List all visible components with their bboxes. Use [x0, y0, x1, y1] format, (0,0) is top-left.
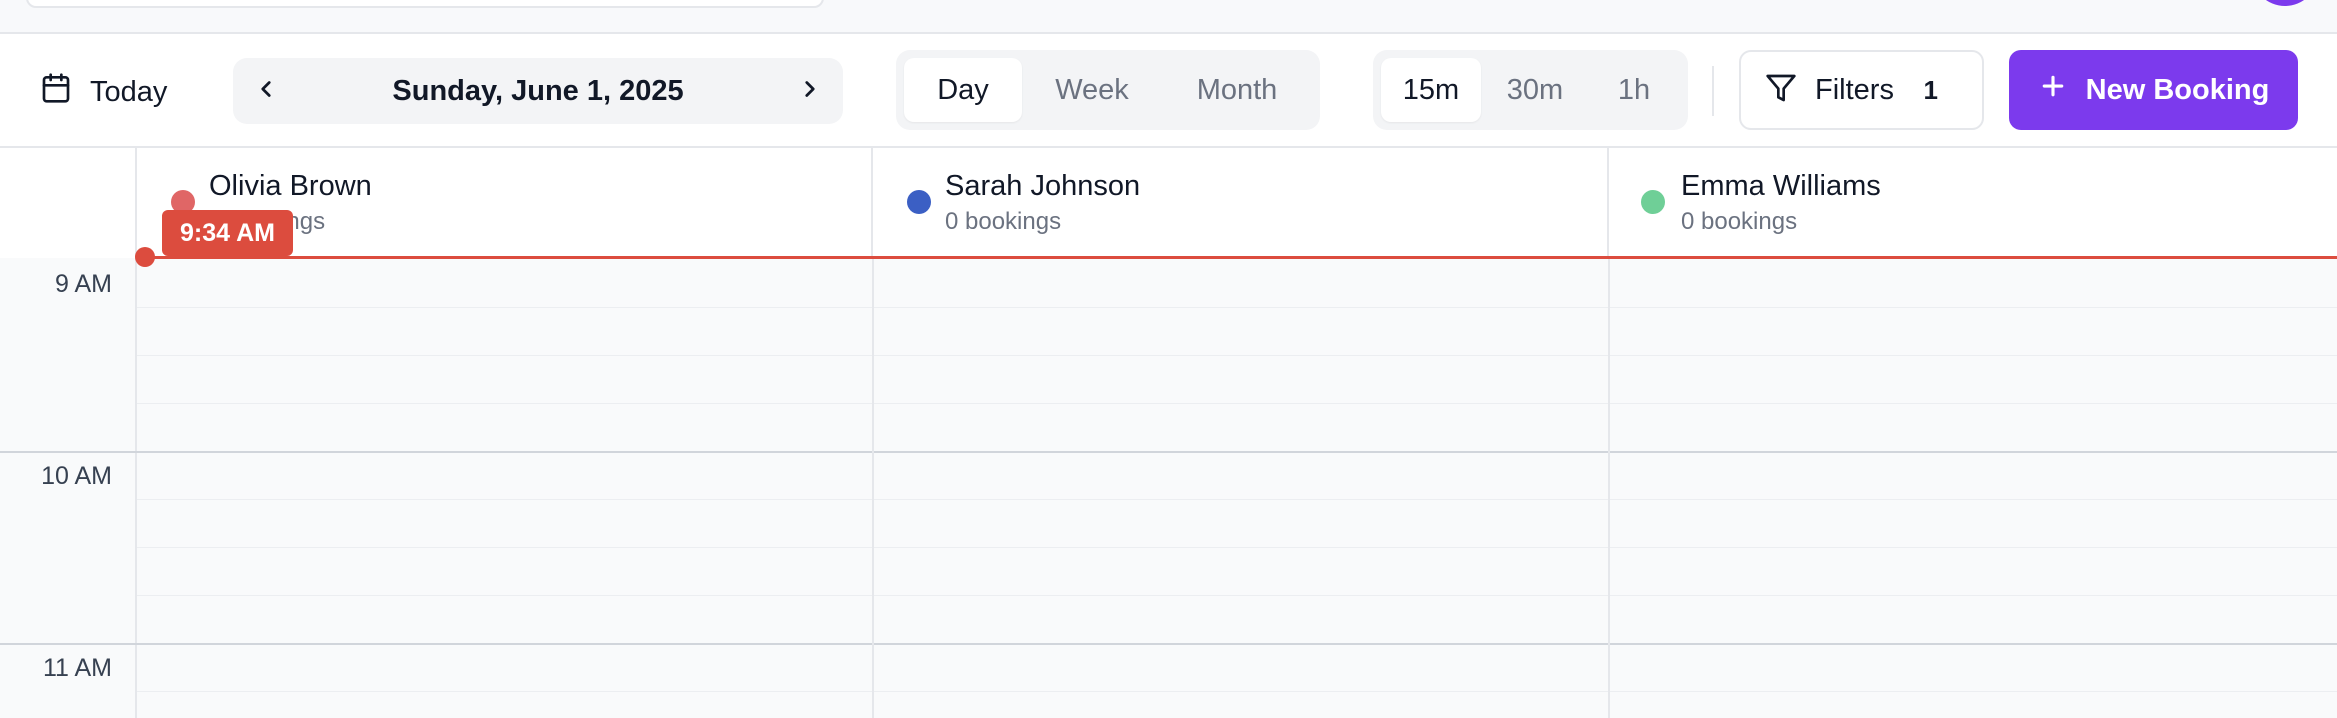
time-label-10am: 10 AM [41, 462, 112, 490]
view-switcher: Day Week Month [896, 50, 1320, 130]
today-label: Today [90, 75, 168, 108]
slot-line [137, 307, 2337, 308]
slot-line [137, 355, 2337, 356]
date-navigator: Sunday, June 1, 2025 [233, 58, 843, 124]
staff-column-sarah-johnson[interactable]: Sarah Johnson 0 bookings [873, 148, 1609, 258]
staff-header-row: Olivia Brown 0 bookings Sarah Johnson 0 … [0, 148, 2337, 258]
new-booking-label: New Booking [2085, 73, 2270, 106]
time-label-9am: 9 AM [55, 270, 112, 298]
view-week-tab[interactable]: Week [1022, 58, 1162, 122]
staff-booking-count: 0 bookings [1681, 208, 1798, 235]
today-button[interactable]: Today [40, 64, 167, 120]
interval-30m-tab[interactable]: 30m [1481, 58, 1589, 122]
plus-icon [2038, 71, 2068, 109]
staff-name: Sarah Johnson [945, 170, 1141, 202]
next-day-button[interactable] [777, 58, 843, 124]
current-time-dot [135, 247, 155, 267]
staff-color-dot [1641, 190, 1665, 214]
slot-line [137, 595, 2337, 596]
time-gutter-header [0, 148, 137, 258]
slot-line [137, 691, 2337, 692]
interval-1h-tab[interactable]: 1h [1589, 58, 1679, 122]
staff-name: Olivia Brown [209, 170, 372, 202]
search-input[interactable] [26, 0, 824, 8]
calendar-icon [40, 72, 72, 112]
interval-switcher: 15m 30m 1h [1373, 50, 1688, 130]
toolbar-divider [1712, 66, 1714, 116]
filters-button[interactable]: Filters 1 [1739, 50, 1984, 130]
slot-line [137, 547, 2337, 548]
app-header [0, 0, 2337, 34]
current-time-badge: 9:34 AM [162, 210, 293, 256]
view-day-tab[interactable]: Day [904, 58, 1022, 122]
view-month-tab[interactable]: Month [1162, 58, 1312, 122]
calendar-toolbar: Today Sunday, June 1, 2025 Day Week Mont… [0, 34, 2337, 148]
slot-line [137, 499, 2337, 500]
chevron-left-icon [253, 76, 279, 107]
staff-column-emma-williams[interactable]: Emma Williams 0 bookings [1609, 148, 2337, 258]
staff-color-dot [907, 190, 931, 214]
staff-name: Emma Williams [1681, 170, 1881, 202]
current-time-line [137, 256, 2337, 259]
interval-15m-tab[interactable]: 15m [1381, 58, 1481, 122]
staff-booking-count: 0 bookings [945, 208, 1062, 235]
time-grid[interactable]: 9 AM 10 AM 11 AM [0, 258, 2337, 718]
time-gutter: 9 AM 10 AM 11 AM [0, 258, 137, 718]
previous-day-button[interactable] [233, 58, 299, 124]
time-label-11am: 11 AM [42, 654, 112, 682]
filters-count-badge: 1 [1923, 75, 1938, 105]
column-divider [1608, 258, 1610, 718]
column-divider [872, 258, 874, 718]
current-date-label: Sunday, June 1, 2025 [392, 75, 684, 107]
filters-label: Filters [1815, 73, 1894, 106]
avatar[interactable] [2252, 0, 2318, 6]
filter-icon [1765, 72, 1797, 109]
hour-line [0, 451, 2337, 453]
slot-line [137, 403, 2337, 404]
hour-line [0, 643, 2337, 645]
new-booking-button[interactable]: New Booking [2009, 50, 2298, 130]
chevron-right-icon [797, 76, 823, 107]
